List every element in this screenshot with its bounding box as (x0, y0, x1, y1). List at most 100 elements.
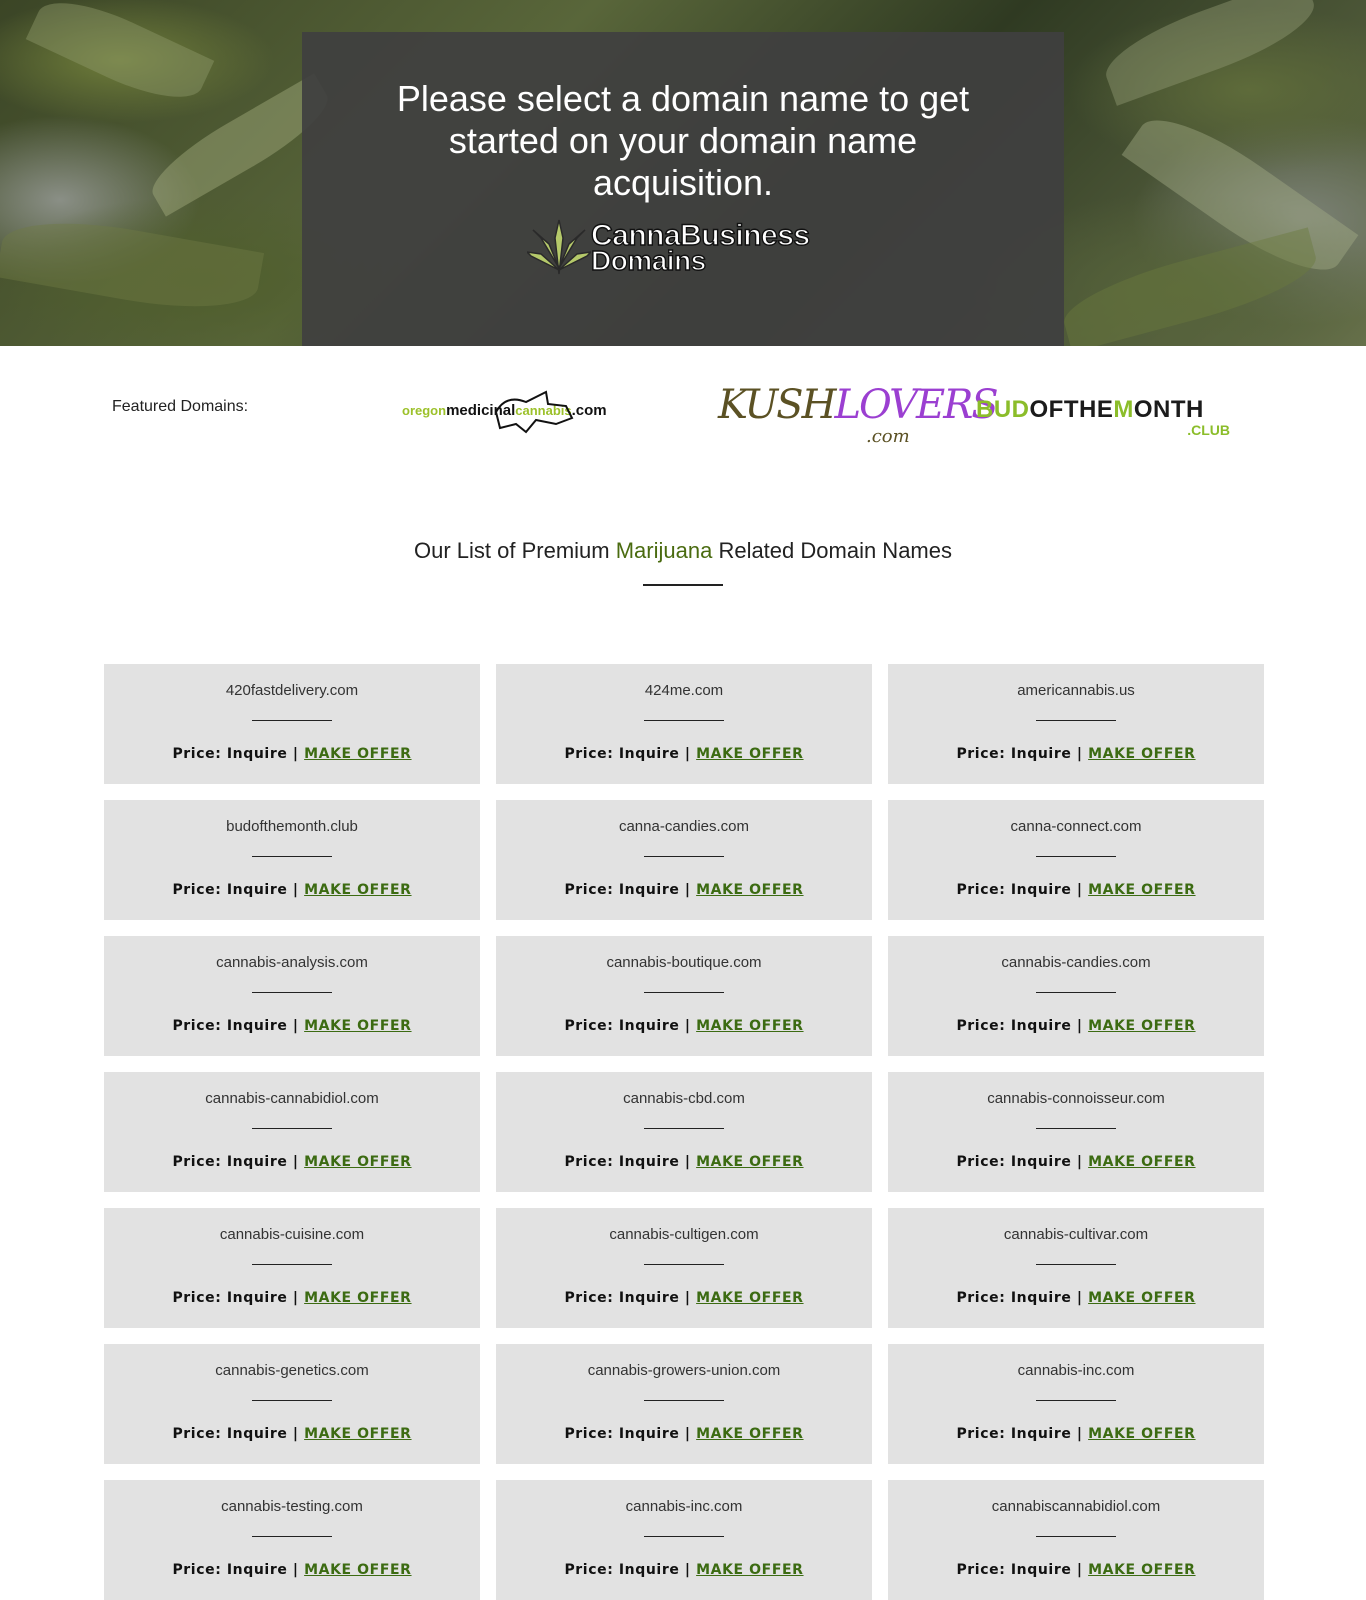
make-offer-link[interactable]: MAKE OFFER (696, 746, 803, 762)
hero-title: Please select a domain name to get start… (396, 78, 970, 203)
domain-card: cannabis-analysis.com Price: Inquire | MA… (104, 936, 480, 1056)
domain-card: cannabis-inc.com Price: Inquire | MAKE OF… (496, 1480, 872, 1600)
make-offer-link[interactable]: MAKE OFFER (696, 1018, 803, 1034)
card-divider (252, 1264, 332, 1265)
price-label: Price: Inquire (956, 1154, 1072, 1170)
domain-name[interactable]: cannabis-growers-union.com (496, 1362, 872, 1379)
price-row: Price: Inquire | MAKE OFFER (104, 1018, 480, 1034)
domain-name[interactable]: cannabis-candies.com (888, 954, 1264, 971)
make-offer-link[interactable]: MAKE OFFER (304, 1154, 411, 1170)
make-offer-link[interactable]: MAKE OFFER (304, 1290, 411, 1306)
domain-name[interactable]: cannabis-cultivar.com (888, 1226, 1264, 1243)
logo-tld: .CLUB (1187, 422, 1230, 438)
price-separator: | (1071, 1426, 1089, 1442)
oregon-map-icon (494, 390, 574, 434)
make-offer-link[interactable]: MAKE OFFER (696, 882, 803, 898)
logo-tld: .com (866, 426, 910, 447)
domain-name[interactable]: cannabis-cuisine.com (104, 1226, 480, 1243)
domain-name[interactable]: cannabis-testing.com (104, 1498, 480, 1515)
card-divider (1036, 992, 1116, 993)
price-separator: | (287, 1562, 305, 1578)
card-divider (252, 1128, 332, 1129)
make-offer-link[interactable]: MAKE OFFER (1088, 1290, 1195, 1306)
domain-card: cannabis-genetics.com Price: Inquire | MA… (104, 1344, 480, 1464)
price-separator: | (679, 1426, 697, 1442)
price-row: Price: Inquire | MAKE OFFER (496, 1290, 872, 1306)
price-row: Price: Inquire | MAKE OFFER (104, 746, 480, 762)
domain-name[interactable]: cannabis-boutique.com (496, 954, 872, 971)
domain-card: cannabis-cannabidiol.com Price: Inquire |… (104, 1072, 480, 1192)
domain-card: 424me.com Price: Inquire | MAKE OFFER (496, 664, 872, 784)
price-label: Price: Inquire (564, 1154, 680, 1170)
domain-card: 420fastdelivery.com Price: Inquire | MAKE… (104, 664, 480, 784)
featured-logo-bud-of-the-month[interactable]: BUDOFTHEMONTH .CLUB (976, 392, 1236, 444)
domain-name[interactable]: cannabis-cultigen.com (496, 1226, 872, 1243)
make-offer-link[interactable]: MAKE OFFER (304, 882, 411, 898)
domain-name[interactable]: 420fastdelivery.com (104, 682, 480, 699)
price-separator: | (287, 1290, 305, 1306)
price-label: Price: Inquire (564, 1426, 680, 1442)
domain-name[interactable]: cannabis-cbd.com (496, 1090, 872, 1107)
domain-name[interactable]: cannabis-genetics.com (104, 1362, 480, 1379)
price-separator: | (1071, 882, 1089, 898)
make-offer-link[interactable]: MAKE OFFER (1088, 1426, 1195, 1442)
price-separator: | (679, 1290, 697, 1306)
logo-word-domains: Domains (590, 245, 707, 276)
price-separator: | (679, 1154, 697, 1170)
domain-name[interactable]: cannabis-inc.com (888, 1362, 1264, 1379)
price-label: Price: Inquire (564, 1018, 680, 1034)
logo-text: BUDOFTHEMONTH (976, 396, 1204, 423)
price-separator: | (287, 1426, 305, 1442)
make-offer-link[interactable]: MAKE OFFER (696, 1154, 803, 1170)
price-label: Price: Inquire (172, 1290, 288, 1306)
domain-card: cannabis-growers-union.com Price: Inquire… (496, 1344, 872, 1464)
domain-name[interactable]: budofthemonth.club (104, 818, 480, 835)
price-row: Price: Inquire | MAKE OFFER (496, 1018, 872, 1034)
domain-card: cannabiscannabidiol.com Price: Inquire | … (888, 1480, 1264, 1600)
domain-card: cannabis-cuisine.com Price: Inquire | MAK… (104, 1208, 480, 1328)
domain-name[interactable]: americannabis.us (888, 682, 1264, 699)
domain-card: cannabis-testing.com Price: Inquire | MAK… (104, 1480, 480, 1600)
featured-logo-oregon-medicinal-cannabis[interactable]: oregonmedicinalcannabis.com (402, 384, 680, 444)
price-label: Price: Inquire (956, 1290, 1072, 1306)
make-offer-link[interactable]: MAKE OFFER (1088, 1018, 1195, 1034)
card-divider (644, 992, 724, 993)
card-divider (1036, 720, 1116, 721)
domain-name[interactable]: cannabis-cannabidiol.com (104, 1090, 480, 1107)
card-divider (1036, 1264, 1116, 1265)
domain-name[interactable]: cannabis-inc.com (496, 1498, 872, 1515)
card-divider (644, 856, 724, 857)
price-row: Price: Inquire | MAKE OFFER (104, 1426, 480, 1442)
make-offer-link[interactable]: MAKE OFFER (304, 1562, 411, 1578)
domain-name[interactable]: canna-candies.com (496, 818, 872, 835)
price-row: Price: Inquire | MAKE OFFER (888, 1426, 1264, 1442)
domain-name[interactable]: cannabis-analysis.com (104, 954, 480, 971)
make-offer-link[interactable]: MAKE OFFER (304, 1018, 411, 1034)
domain-name[interactable]: cannabis-connoisseur.com (888, 1090, 1264, 1107)
domain-name[interactable]: canna-connect.com (888, 818, 1264, 835)
make-offer-link[interactable]: MAKE OFFER (1088, 882, 1195, 898)
price-row: Price: Inquire | MAKE OFFER (104, 1290, 480, 1306)
price-label: Price: Inquire (172, 1426, 288, 1442)
leaf-decoration (1096, 0, 1324, 106)
make-offer-link[interactable]: MAKE OFFER (1088, 746, 1195, 762)
make-offer-link[interactable]: MAKE OFFER (1088, 1154, 1195, 1170)
make-offer-link[interactable]: MAKE OFFER (304, 1426, 411, 1442)
make-offer-link[interactable]: MAKE OFFER (696, 1562, 803, 1578)
make-offer-link[interactable]: MAKE OFFER (696, 1290, 803, 1306)
domain-name[interactable]: 424me.com (496, 682, 872, 699)
domain-name[interactable]: cannabiscannabidiol.com (888, 1498, 1264, 1515)
featured-logo-kush-lovers[interactable]: KUSHLOVERS .com (716, 380, 999, 452)
make-offer-link[interactable]: MAKE OFFER (304, 746, 411, 762)
price-separator: | (1071, 746, 1089, 762)
site-logo[interactable]: CannaBusiness Domains (527, 218, 847, 282)
price-label: Price: Inquire (956, 1018, 1072, 1034)
card-divider (252, 1536, 332, 1537)
price-row: Price: Inquire | MAKE OFFER (496, 1562, 872, 1578)
price-row: Price: Inquire | MAKE OFFER (888, 1290, 1264, 1306)
make-offer-link[interactable]: MAKE OFFER (696, 1426, 803, 1442)
section-title: Our List of Premium Marijuana Related Do… (414, 538, 952, 563)
price-label: Price: Inquire (564, 1562, 680, 1578)
price-label: Price: Inquire (956, 1426, 1072, 1442)
make-offer-link[interactable]: MAKE OFFER (1088, 1562, 1195, 1578)
